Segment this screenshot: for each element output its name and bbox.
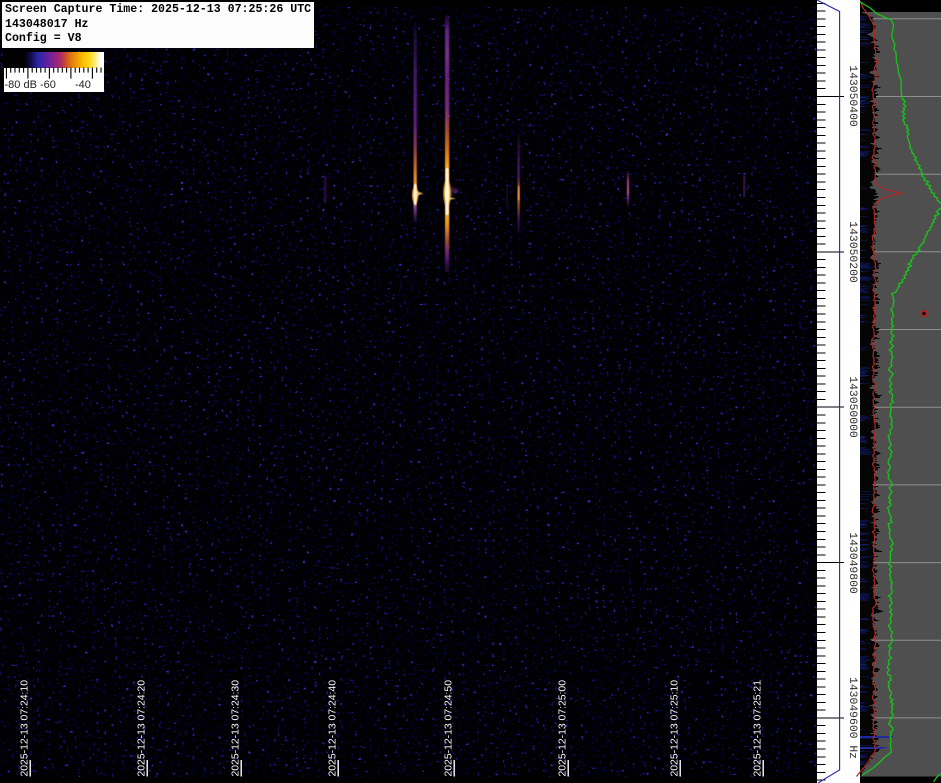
svg-text:2025-12-13 07:24:10: 2025-12-13 07:24:10 xyxy=(20,680,31,777)
svg-text:2025-12-13 07:25:00: 2025-12-13 07:25:00 xyxy=(558,680,569,777)
svg-text:143050400: 143050400 xyxy=(846,65,858,127)
svg-text:143050000: 143050000 xyxy=(846,376,858,438)
svg-text:2025-12-13 07:24:50: 2025-12-13 07:24:50 xyxy=(444,680,455,777)
svg-text:2025-12-13 07:25:10: 2025-12-13 07:25:10 xyxy=(670,680,681,777)
svg-text:2025-12-13 07:24:30: 2025-12-13 07:24:30 xyxy=(231,680,242,777)
svg-text:2025-12-13 07:25:21: 2025-12-13 07:25:21 xyxy=(753,680,764,777)
svg-text:143049800: 143049800 xyxy=(846,532,858,594)
svg-text:2025-12-13 07:24:20: 2025-12-13 07:24:20 xyxy=(137,680,148,777)
svg-text:143050200: 143050200 xyxy=(846,221,858,283)
svg-text:2025-12-13 07:24:40: 2025-12-13 07:24:40 xyxy=(328,680,339,777)
svg-text:143049600 Hz: 143049600 Hz xyxy=(846,677,858,759)
